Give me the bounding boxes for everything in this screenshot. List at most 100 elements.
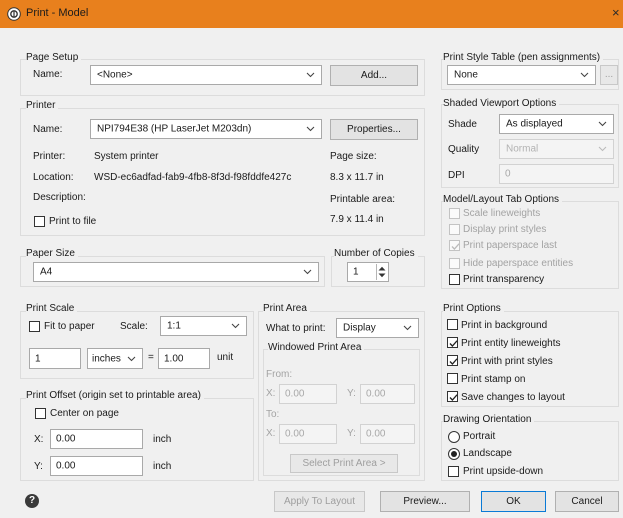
shade-value: As displayed bbox=[506, 118, 563, 130]
print-transparency-label: Print transparency bbox=[463, 274, 545, 285]
from-y-label: Y: bbox=[347, 388, 356, 399]
from-x-input[interactable]: 0.00 bbox=[279, 384, 337, 404]
print-scale-heading: Print Scale bbox=[26, 303, 78, 315]
printer-location-value: WSD-ec6adfad-fab9-4fb8-8f3d-f98fddfe427c bbox=[94, 172, 292, 183]
scale-value: 1:1 bbox=[167, 320, 181, 332]
to-label: To: bbox=[266, 409, 280, 420]
help-icon[interactable]: ? bbox=[25, 494, 39, 508]
offset-y-value: 0.00 bbox=[56, 460, 76, 472]
printer-name-label: Name: bbox=[33, 124, 63, 135]
to-y-input[interactable]: 0.00 bbox=[360, 424, 415, 444]
printer-type-value: System printer bbox=[94, 151, 159, 162]
fit-to-paper-checkbox[interactable] bbox=[29, 321, 40, 332]
offset-y-input[interactable]: 0.00 bbox=[50, 456, 143, 476]
print-to-file-checkbox[interactable] bbox=[34, 216, 45, 227]
chevron-down-icon bbox=[306, 126, 315, 132]
from-x-value: 0.00 bbox=[285, 388, 305, 400]
chevron-down-icon bbox=[598, 146, 607, 152]
page-setup-name-label: Name: bbox=[33, 69, 63, 80]
spinner-down-icon[interactable] bbox=[378, 273, 386, 278]
what-to-print-value: Display bbox=[343, 322, 376, 334]
print-transparency-checkbox[interactable] bbox=[449, 274, 460, 285]
printer-name-dropdown[interactable]: NPI794E38 (HP LaserJet M203dn) bbox=[90, 119, 322, 139]
print-entity-lineweights-checkbox[interactable] bbox=[447, 337, 458, 348]
chevron-down-icon bbox=[127, 356, 136, 361]
to-x-input[interactable]: 0.00 bbox=[279, 424, 337, 444]
dpi-input[interactable]: 0 bbox=[499, 164, 614, 184]
page-setup-name-dropdown[interactable]: <None> bbox=[90, 65, 322, 85]
scale-equals-sign: = bbox=[148, 352, 154, 363]
printer-properties-button[interactable]: Properties... bbox=[330, 119, 418, 140]
to-y-label: Y: bbox=[347, 428, 356, 439]
scale-drawing-units-input[interactable]: 1.00 bbox=[158, 348, 210, 369]
edit-style-table-button[interactable]: ... bbox=[600, 65, 618, 85]
offset-x-input[interactable]: 0.00 bbox=[50, 429, 143, 449]
from-x-label: X: bbox=[266, 388, 276, 399]
chevron-down-icon bbox=[303, 269, 312, 275]
apply-to-layout-button[interactable]: Apply To Layout bbox=[274, 491, 365, 512]
copies-value: 1 bbox=[353, 266, 359, 278]
dpi-value: 0 bbox=[505, 168, 511, 180]
shade-dropdown[interactable]: As displayed bbox=[499, 114, 614, 134]
printable-area-value: 7.9 x 11.4 in bbox=[330, 214, 384, 225]
copies-heading: Number of Copies bbox=[334, 248, 418, 260]
print-area-heading: Print Area bbox=[263, 303, 310, 315]
offset-x-unit: inch bbox=[153, 434, 172, 445]
print-style-table-dropdown[interactable]: None bbox=[447, 65, 596, 85]
page-setup-name-value: <None> bbox=[97, 69, 133, 81]
to-x-value: 0.00 bbox=[285, 428, 305, 440]
landscape-label: Landscape bbox=[463, 448, 512, 459]
print-to-file-label: Print to file bbox=[49, 216, 97, 227]
scale-drawing-units-value: 1.00 bbox=[164, 353, 184, 364]
scale-paper-units-value: 1 bbox=[35, 353, 41, 364]
chevron-down-icon bbox=[231, 323, 240, 329]
scale-lineweights-checkbox[interactable] bbox=[449, 208, 460, 219]
page-size-label: Page size: bbox=[330, 151, 377, 162]
to-y-value: 0.00 bbox=[366, 428, 386, 440]
scale-paper-units-input[interactable]: 1 bbox=[29, 348, 81, 369]
landscape-radio[interactable] bbox=[448, 448, 460, 460]
preview-button[interactable]: Preview... bbox=[380, 491, 470, 512]
scale-units-dropdown[interactable]: inches bbox=[87, 348, 143, 369]
close-icon[interactable]: × bbox=[612, 5, 620, 20]
print-stamp-on-checkbox[interactable] bbox=[447, 373, 458, 384]
what-to-print-dropdown[interactable]: Display bbox=[336, 318, 419, 338]
scale-lineweights-label: Scale lineweights bbox=[463, 208, 541, 219]
scale-units-value: inches bbox=[92, 353, 121, 364]
print-in-background-label: Print in background bbox=[461, 320, 548, 331]
cancel-button[interactable]: Cancel bbox=[555, 491, 619, 512]
radio-selected-dot bbox=[451, 451, 457, 457]
page-setup-heading: Page Setup bbox=[26, 52, 82, 64]
offset-y-unit: inch bbox=[153, 461, 172, 472]
quality-label: Quality bbox=[448, 144, 480, 155]
spinner-up-icon[interactable] bbox=[378, 266, 386, 271]
model-layout-heading: Model/Layout Tab Options bbox=[443, 194, 563, 206]
print-stamp-on-label: Print stamp on bbox=[461, 374, 526, 385]
select-print-area-button[interactable]: Select Print Area > bbox=[290, 454, 398, 473]
print-paperspace-last-checkbox[interactable] bbox=[449, 240, 460, 251]
portrait-label: Portrait bbox=[463, 431, 496, 442]
print-options-heading: Print Options bbox=[443, 303, 504, 315]
printer-type-label: Printer: bbox=[33, 151, 66, 162]
save-changes-to-layout-checkbox[interactable] bbox=[447, 391, 458, 402]
hide-paperspace-entities-checkbox[interactable] bbox=[449, 258, 460, 269]
scale-dropdown[interactable]: 1:1 bbox=[160, 316, 247, 336]
from-y-input[interactable]: 0.00 bbox=[360, 384, 415, 404]
drawing-orientation-heading: Drawing Orientation bbox=[443, 414, 535, 426]
print-in-background-checkbox[interactable] bbox=[447, 319, 458, 330]
quality-dropdown[interactable]: Normal bbox=[499, 139, 614, 159]
print-with-print-styles-checkbox[interactable] bbox=[447, 355, 458, 366]
display-print-styles-checkbox[interactable] bbox=[449, 224, 460, 235]
print-with-print-styles-label: Print with print styles bbox=[461, 356, 553, 367]
print-entity-lineweights-label: Print entity lineweights bbox=[461, 338, 561, 349]
print-upside-down-checkbox[interactable] bbox=[448, 466, 459, 477]
paper-size-dropdown[interactable]: A4 bbox=[33, 262, 319, 282]
offset-x-label: X: bbox=[34, 434, 44, 445]
copies-spinner[interactable]: 1 bbox=[347, 262, 389, 282]
spinner-arrows-icon[interactable] bbox=[376, 264, 387, 280]
add-page-setup-button[interactable]: Add... bbox=[330, 65, 418, 86]
center-on-page-checkbox[interactable] bbox=[35, 408, 46, 419]
ok-button[interactable]: OK bbox=[481, 491, 546, 512]
title-bar: Print - Model × bbox=[0, 0, 623, 28]
portrait-radio[interactable] bbox=[448, 431, 460, 443]
